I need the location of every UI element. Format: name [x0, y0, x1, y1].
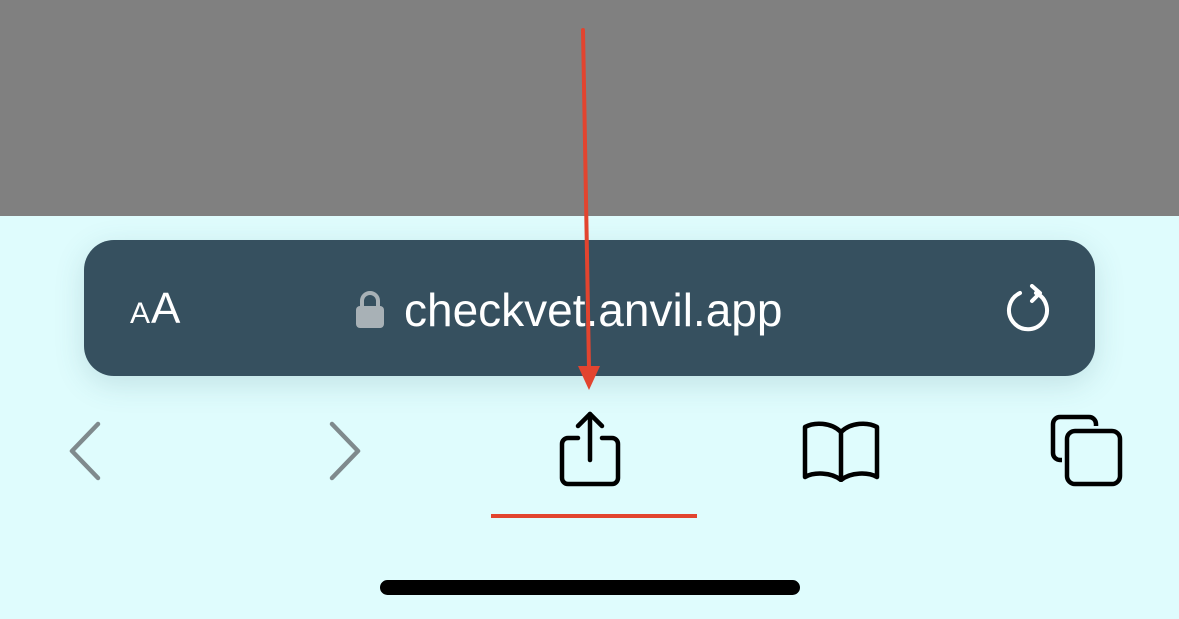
text-size-icon-large: A	[151, 284, 181, 333]
share-highlight-underline	[491, 514, 697, 518]
chevron-left-icon	[69, 421, 101, 481]
home-indicator[interactable]	[380, 580, 800, 595]
book-icon	[802, 421, 880, 482]
share-button[interactable]	[554, 408, 626, 490]
reload-icon[interactable]	[1002, 284, 1054, 336]
back-button[interactable]	[64, 420, 108, 482]
tabs-button[interactable]	[1050, 414, 1128, 488]
share-icon	[559, 411, 621, 487]
lock-icon	[356, 291, 384, 328]
tabs-icon	[1050, 414, 1123, 487]
text-size-button[interactable]: AA	[130, 284, 180, 334]
forward-button[interactable]	[322, 420, 366, 482]
annotation-arrow	[578, 28, 600, 390]
chevron-right-icon	[329, 421, 361, 481]
safari-screen: AA checkvet.anvil.app	[0, 0, 1179, 619]
bookmarks-button[interactable]	[800, 418, 882, 482]
text-size-icon-small: A	[130, 297, 151, 330]
